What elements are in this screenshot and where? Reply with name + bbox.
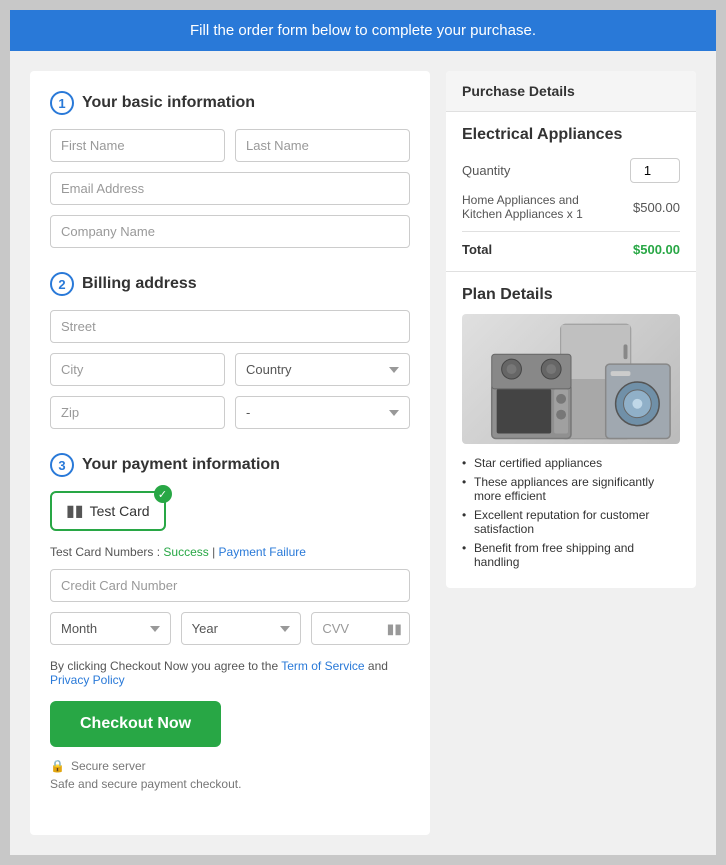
section-payment: 3 Your payment information ▮▮ Test Card …	[50, 453, 410, 791]
terms-text: By clicking Checkout Now you agree to th…	[50, 659, 410, 687]
test-card-info: Test Card Numbers : Success | Payment Fa…	[50, 545, 410, 559]
company-row	[50, 215, 410, 248]
name-row	[50, 129, 410, 162]
credit-card-icon: ▮▮	[66, 501, 84, 521]
failure-link[interactable]: Payment Failure	[219, 545, 306, 559]
quantity-label: Quantity	[462, 163, 510, 178]
card-option[interactable]: ▮▮ Test Card ✓	[50, 491, 166, 531]
secure-sub-text: Safe and secure payment checkout.	[50, 777, 410, 791]
quantity-input[interactable]	[630, 158, 680, 183]
cvv-row: Month 01 02 03 12 Year 2024 2025 2026	[50, 612, 410, 645]
last-name-input[interactable]	[235, 129, 410, 162]
section1-label: Your basic information	[82, 94, 255, 112]
state-select[interactable]: -	[235, 396, 410, 429]
top-banner: Fill the order form below to complete yo…	[10, 10, 716, 51]
section3-number: 3	[50, 453, 74, 477]
banner-text: Fill the order form below to complete yo…	[190, 22, 536, 39]
test-card-label: Test Card Numbers :	[50, 545, 160, 559]
zip-input[interactable]	[50, 396, 225, 429]
company-input[interactable]	[50, 215, 410, 248]
quantity-row: Quantity	[462, 158, 680, 183]
left-panel: 1 Your basic information 2 Billi	[30, 71, 430, 835]
right-panel: Purchase Details Electrical Appliances Q…	[446, 71, 696, 588]
main-content: 1 Your basic information 2 Billi	[10, 51, 716, 855]
cvv-wrapper: ▮▮	[311, 612, 410, 645]
email-input[interactable]	[50, 172, 410, 205]
lock-icon: 🔒	[50, 759, 65, 773]
page-wrapper: Fill the order form below to complete yo…	[10, 10, 716, 855]
secure-label: Secure server	[71, 759, 146, 773]
street-input[interactable]	[50, 310, 410, 343]
section-basic-info: 1 Your basic information	[50, 91, 410, 248]
total-row: Total $500.00	[462, 231, 680, 257]
card-option-label: Test Card	[90, 503, 150, 519]
section3-title: 3 Your payment information	[50, 453, 410, 477]
country-select[interactable]: Country United States United Kingdom	[235, 353, 410, 386]
section3-label: Your payment information	[82, 456, 280, 474]
city-country-row: Country United States United Kingdom	[50, 353, 410, 386]
section2-label: Billing address	[82, 275, 197, 293]
credit-card-input[interactable]	[50, 569, 410, 602]
section-billing: 2 Billing address Country United States …	[50, 272, 410, 429]
purchase-body: Electrical Appliances Quantity Home Appl…	[446, 112, 696, 271]
street-row	[50, 310, 410, 343]
item-price: $500.00	[633, 200, 680, 215]
plan-section: Plan Details	[446, 271, 696, 588]
plan-feature-item: These appliances are significantly more …	[462, 475, 680, 503]
section2-title: 2 Billing address	[50, 272, 410, 296]
plan-title: Plan Details	[462, 286, 680, 304]
section1-number: 1	[50, 91, 74, 115]
email-row	[50, 172, 410, 205]
section1-title: 1 Your basic information	[50, 91, 410, 115]
secure-info: 🔒 Secure server	[50, 759, 410, 773]
appliance-image	[462, 314, 680, 444]
cvv-card-icon: ▮▮	[387, 620, 402, 637]
credit-card-row	[50, 569, 410, 602]
product-title: Electrical Appliances	[462, 126, 680, 144]
total-label: Total	[462, 242, 492, 257]
terms-of-service-link[interactable]: Term of Service	[281, 659, 364, 673]
purchase-header: Purchase Details	[446, 71, 696, 112]
plan-feature-item: Benefit from free shipping and handling	[462, 541, 680, 569]
first-name-input[interactable]	[50, 129, 225, 162]
privacy-policy-link[interactable]: Privacy Policy	[50, 673, 125, 687]
plan-features-list: Star certified appliances These appliance…	[462, 456, 680, 569]
plan-feature-item: Star certified appliances	[462, 456, 680, 470]
item-row: Home Appliances and Kitchen Appliances x…	[462, 193, 680, 221]
total-value: $500.00	[633, 242, 680, 257]
zip-state-row: -	[50, 396, 410, 429]
city-input[interactable]	[50, 353, 225, 386]
card-check-icon: ✓	[154, 485, 172, 503]
month-select[interactable]: Month 01 02 03 12	[50, 612, 171, 645]
section2-number: 2	[50, 272, 74, 296]
plan-feature-item: Excellent reputation for customer satisf…	[462, 508, 680, 536]
item-label: Home Appliances and Kitchen Appliances x…	[462, 193, 602, 221]
success-link[interactable]: Success	[163, 545, 208, 559]
year-select[interactable]: Year 2024 2025 2026	[181, 612, 302, 645]
checkout-button[interactable]: Checkout Now	[50, 701, 221, 747]
